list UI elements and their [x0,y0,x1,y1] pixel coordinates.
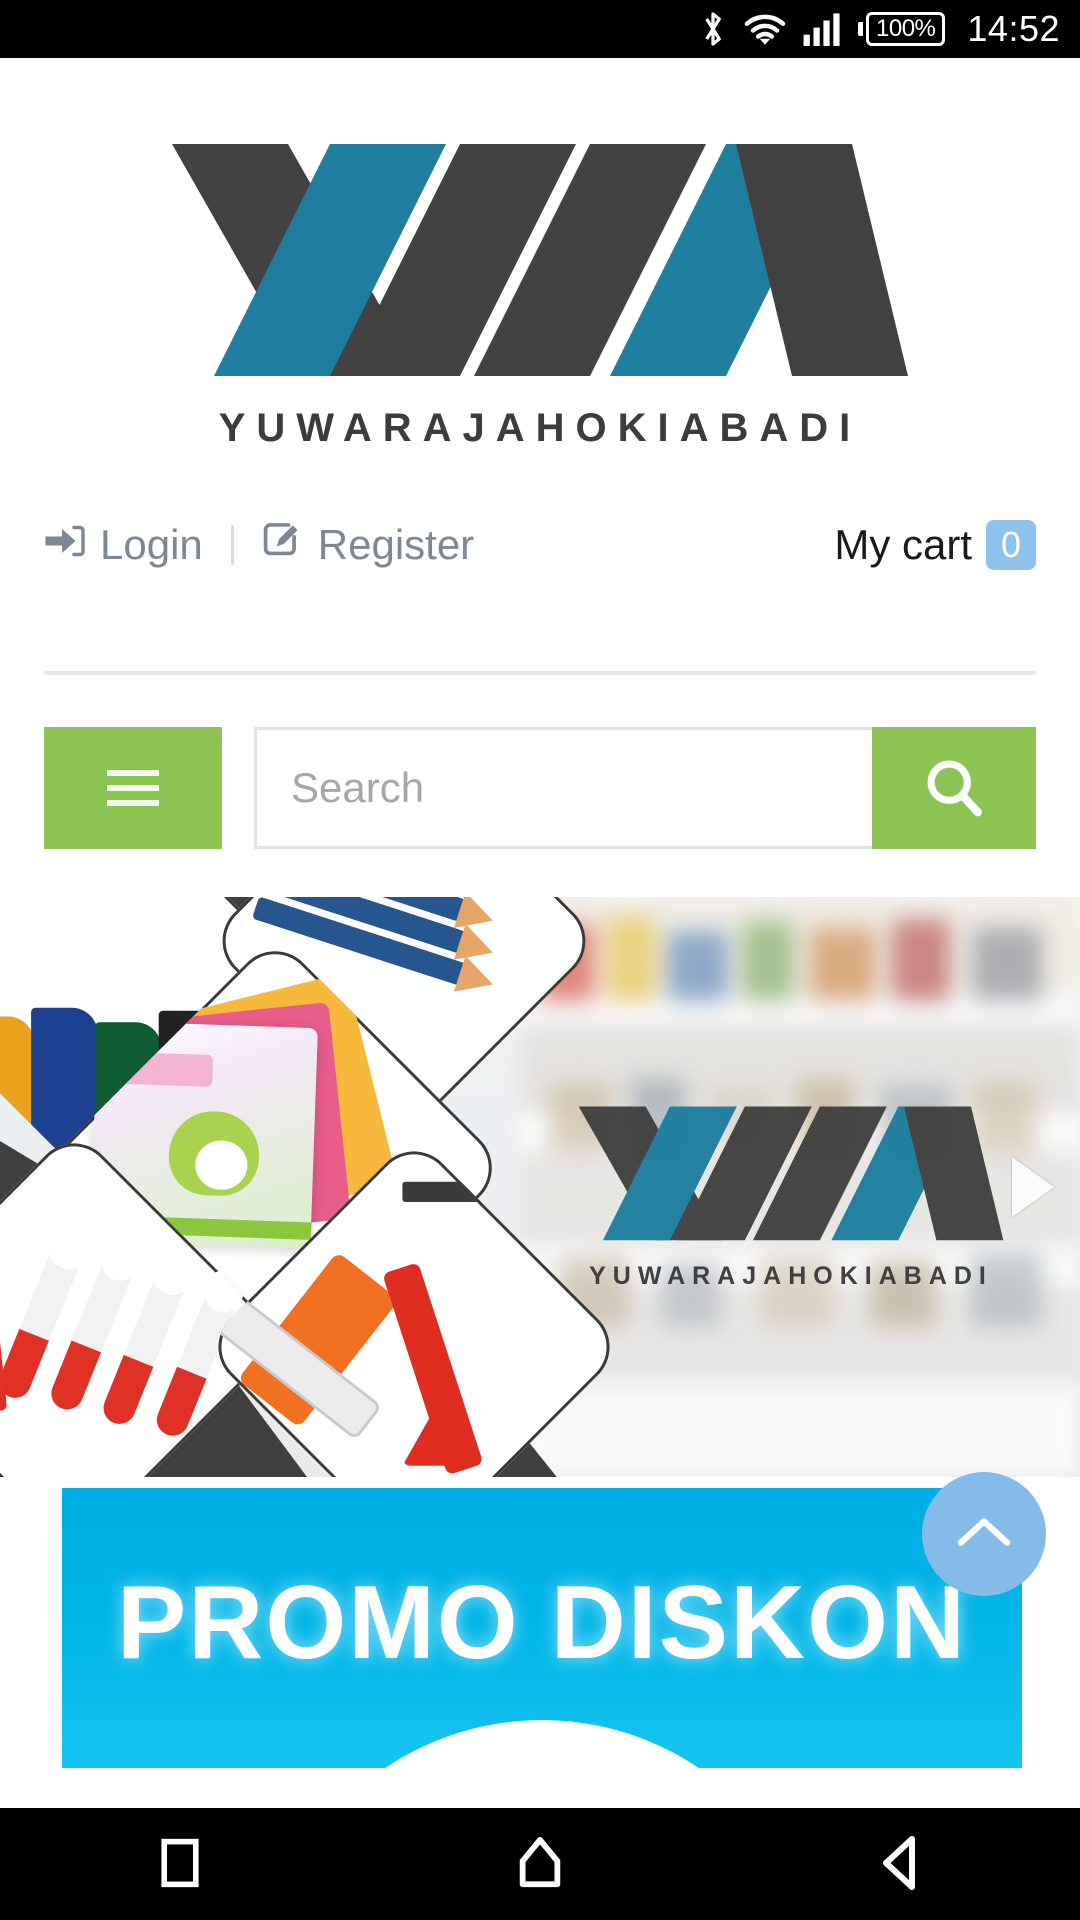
chevron-up-icon [955,1511,1013,1558]
carousel-next-button[interactable] [1012,1157,1054,1217]
carousel-logo-mark [578,1106,1004,1241]
hero-carousel[interactable]: YUWARAJAHOKIABADI [0,897,1080,1477]
header-divider [44,671,1036,675]
search-icon [923,756,985,821]
logo-wordmark: YUWARAJAHOKIABADI [218,406,862,450]
promo-title: PROMO DISKON [116,1565,968,1681]
register-link[interactable]: Register [262,521,474,569]
home-icon [514,1836,566,1893]
android-navigation-bar [0,1808,1080,1920]
scroll-to-top-button[interactable] [922,1472,1046,1596]
sign-in-icon [44,521,86,569]
logo-mark [172,144,908,376]
wifi-icon [744,12,786,46]
register-label: Register [317,521,475,568]
cellular-signal-icon [802,12,842,46]
hamburger-menu-button[interactable] [44,727,222,849]
login-link[interactable]: Login [44,521,203,569]
pencil-square-icon [262,521,304,569]
status-bar-clock: 14:52 [967,8,1060,49]
battery-body: 100% [866,12,946,46]
cart-link[interactable]: My cart 0 [834,520,1036,570]
search-submit-button[interactable] [872,727,1036,849]
account-divider [230,525,234,565]
account-links: Login Register [44,521,474,569]
back-button[interactable] [810,1808,990,1920]
carousel-prev-button[interactable] [26,1157,68,1217]
promo-decorative-circle [262,1720,822,1768]
status-bar: 100% 14:52 [0,0,1080,58]
search-input-container [254,727,872,849]
battery-terminal [858,22,864,36]
search-input[interactable] [257,730,872,846]
account-bar: Login Register My cart 0 [0,471,1080,591]
hamburger-menu-icon [107,770,159,806]
bluetooth-icon [698,9,728,49]
search-bar [44,727,1036,849]
cart-count-badge: 0 [986,520,1036,570]
cart-label: My cart [834,521,972,568]
carousel-brand-overlay: YUWARAJAHOKIABADI [556,1103,1026,1291]
carousel-logo-wordmark: YUWARAJAHOKIABADI [589,1262,993,1290]
promo-banner[interactable]: PROMO DISKON [62,1488,1022,1768]
recents-button[interactable] [90,1808,270,1920]
square-recents-icon [157,1837,203,1892]
back-triangle-icon [876,1835,924,1894]
page-content: YUWARAJAHOKIABADI Login Register My cart… [0,58,1080,1808]
login-label: Login [100,521,203,568]
home-button[interactable] [450,1808,630,1920]
battery-level-text: 100% [876,15,936,42]
battery-indicator: 100% [858,12,946,46]
site-logo[interactable]: YUWARAJAHOKIABADI [0,58,1080,471]
